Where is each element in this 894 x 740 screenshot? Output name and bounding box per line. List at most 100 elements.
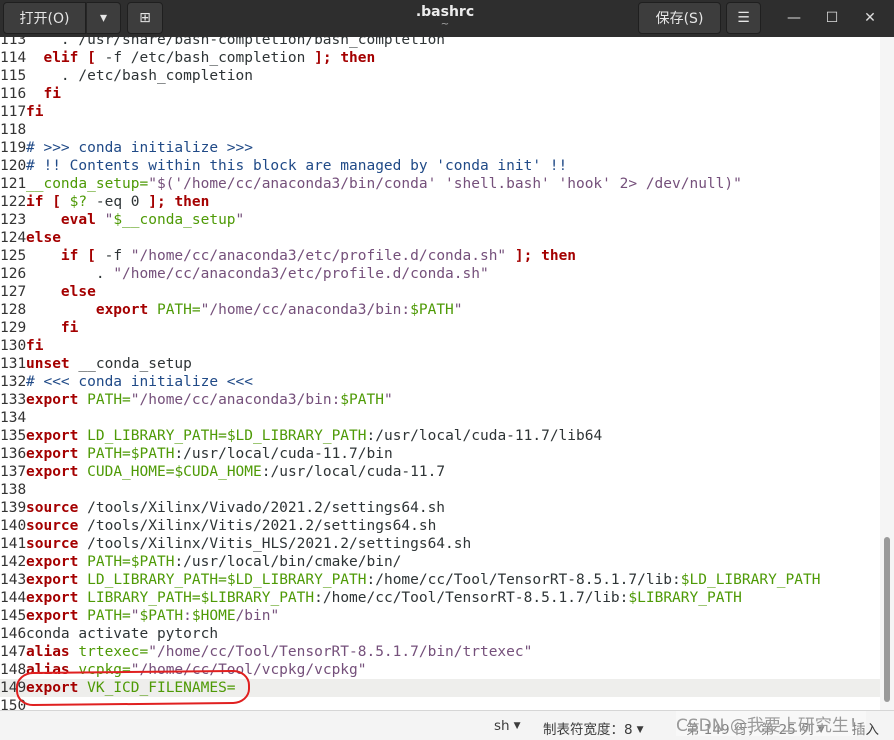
code-line[interactable]: 133export PATH="/home/cc/anaconda3/bin:$… — [0, 391, 880, 409]
code-line[interactable]: 117fi — [0, 103, 880, 121]
line-number: 138 — [0, 482, 27, 498]
code-line[interactable]: 131unset __conda_setup — [0, 355, 880, 373]
line-number: 114 — [0, 50, 27, 66]
code-line[interactable]: 132# <<< conda initialize <<< — [0, 373, 880, 391]
line-text: source /tools/Xilinx/Vitis/2021.2/settin… — [26, 518, 437, 534]
hamburger-menu-icon[interactable]: ☰ — [726, 2, 761, 34]
code-line[interactable]: 127 else — [0, 283, 880, 301]
code-lines[interactable]: 113 . /usr/share/bash-completion/bash_co… — [0, 37, 880, 710]
line-number: 139 — [0, 500, 27, 516]
code-line[interactable]: 130fi — [0, 337, 880, 355]
line-text: export PATH=$PATH:/usr/local/bin/cmake/b… — [26, 554, 402, 570]
line-text: fi — [26, 338, 44, 354]
window-title: .bashrc ~ — [320, 2, 570, 34]
line-text: export LD_LIBRARY_PATH=$LD_LIBRARY_PATH:… — [26, 572, 821, 588]
line-text: fi — [60, 320, 79, 336]
close-icon[interactable]: ✕ — [856, 4, 884, 32]
line-number: 136 — [0, 446, 27, 462]
line-number: 119 — [0, 140, 27, 156]
save-button[interactable]: 保存(S) — [638, 2, 721, 34]
code-line[interactable]: 116 fi — [0, 85, 880, 103]
line-number: 142 — [0, 554, 27, 570]
code-line[interactable]: 140source /tools/Xilinx/Vitis/2021.2/set… — [0, 517, 880, 535]
code-line[interactable]: 143export LD_LIBRARY_PATH=$LD_LIBRARY_PA… — [0, 571, 880, 589]
line-number: 146 — [0, 626, 27, 642]
minimize-icon[interactable]: — — [780, 4, 808, 32]
code-line[interactable]: 129 fi — [0, 319, 880, 337]
line-text: . /etc/bash_completion — [26, 68, 253, 84]
code-line[interactable]: 141source /tools/Xilinx/Vitis_HLS/2021.2… — [0, 535, 880, 553]
code-line[interactable]: 142export PATH=$PATH:/usr/local/bin/cmak… — [0, 553, 880, 571]
code-line[interactable]: 120# !! Contents within this block are m… — [0, 157, 880, 175]
line-number: 124 — [0, 230, 27, 246]
line-text: alias trtexec="/home/cc/Tool/TensorRT-8.… — [26, 644, 533, 660]
code-line[interactable]: 126 . "/home/cc/anaconda3/etc/profile.d/… — [0, 265, 880, 283]
code-line[interactable]: 144export LIBRARY_PATH=$LIBRARY_PATH:/ho… — [0, 589, 880, 607]
line-number: 134 — [0, 410, 27, 426]
tab-width-selector[interactable]: 制表符宽度：8 ▼ — [543, 718, 644, 738]
language-selector[interactable]: sh ▼ — [494, 718, 521, 734]
code-line[interactable]: 121__conda_setup="$('/home/cc/anaconda3/… — [0, 175, 880, 193]
line-number: 130 — [0, 338, 27, 354]
line-number: 122 — [0, 194, 27, 210]
line-number: 126 — [0, 266, 27, 282]
line-number: 127 — [0, 284, 27, 300]
code-line[interactable]: 118 — [0, 121, 880, 139]
code-line[interactable]: 137export CUDA_HOME=$CUDA_HOME:/usr/loca… — [0, 463, 880, 481]
code-line[interactable]: 128 export PATH="/home/cc/anaconda3/bin:… — [0, 301, 880, 319]
line-number: 143 — [0, 572, 27, 588]
line-number: 140 — [0, 518, 27, 534]
line-text: unset __conda_setup — [26, 356, 192, 372]
line-text: # >>> conda initialize >>> — [26, 140, 253, 156]
code-line[interactable]: 125 if [ -f "/home/cc/anaconda3/etc/prof… — [0, 247, 880, 265]
code-line[interactable]: 134 — [0, 409, 880, 427]
code-line[interactable]: 147alias trtexec="/home/cc/Tool/TensorRT… — [0, 643, 880, 661]
new-tab-icon[interactable]: ⊞ — [127, 2, 163, 34]
line-text: export PATH="/home/cc/anaconda3/bin:$PAT… — [95, 302, 463, 318]
line-text: conda activate pytorch — [26, 626, 219, 642]
line-number: 133 — [0, 392, 27, 408]
language-label: sh — [494, 718, 510, 734]
code-line[interactable]: 113 . /usr/share/bash-completion/bash_co… — [0, 37, 880, 49]
csdn-watermark: CSDN @我要上研究生！ — [676, 711, 866, 736]
code-line[interactable]: 119# >>> conda initialize >>> — [0, 139, 880, 157]
maximize-icon[interactable]: ☐ — [818, 4, 846, 32]
code-line[interactable]: 114 elif [ -f /etc/bash_completion ]; th… — [0, 49, 880, 67]
code-line[interactable]: 122if [ $? -eq 0 ]; then — [0, 193, 880, 211]
line-text: if [ -f "/home/cc/anaconda3/etc/profile.… — [60, 248, 577, 264]
open-menu-chevron-down-icon[interactable]: ▾ — [86, 2, 121, 34]
chevron-down-icon: ▼ — [636, 725, 644, 735]
line-number: 120 — [0, 158, 27, 174]
code-line[interactable]: 135export LD_LIBRARY_PATH=$LD_LIBRARY_PA… — [0, 427, 880, 445]
line-number: 137 — [0, 464, 27, 480]
line-text: # !! Contents within this block are mana… — [26, 158, 568, 174]
line-text: # <<< conda initialize <<< — [26, 374, 253, 390]
code-line[interactable]: 136export PATH=$PATH:/usr/local/cuda-11.… — [0, 445, 880, 463]
open-button[interactable]: 打开(O) — [3, 2, 86, 34]
line-text: else — [26, 230, 61, 246]
tab-width-label: 制表符宽度：8 — [543, 722, 633, 738]
code-line[interactable]: 123 eval "$__conda_setup" — [0, 211, 880, 229]
line-number: 121 — [0, 176, 27, 192]
vertical-scrollbar[interactable] — [880, 37, 894, 710]
code-line[interactable]: 115 . /etc/bash_completion — [0, 67, 880, 85]
code-line[interactable]: 124else — [0, 229, 880, 247]
header-bar: 打开(O) ▾ ⊞ .bashrc ~ 保存(S) ☰ — ☐ ✕ — [0, 0, 894, 37]
code-line[interactable]: 145export PATH="$PATH:$HOME/bin" — [0, 607, 880, 625]
red-annotation-circle — [15, 669, 251, 707]
line-number: 123 — [0, 212, 27, 228]
code-line[interactable]: 146conda activate pytorch — [0, 625, 880, 643]
line-text: eval "$__conda_setup" — [60, 212, 245, 228]
text-editor[interactable]: 113 . /usr/share/bash-completion/bash_co… — [0, 37, 880, 710]
line-number: 118 — [0, 122, 27, 138]
line-text: fi — [43, 86, 61, 102]
code-line[interactable]: 138 — [0, 481, 880, 499]
line-number: 131 — [0, 356, 27, 372]
scrollbar-thumb[interactable] — [884, 537, 890, 702]
code-line[interactable]: 139source /tools/Xilinx/Vivado/2021.2/se… — [0, 499, 880, 517]
line-text: elif [ -f /etc/bash_completion ]; then — [43, 50, 376, 66]
line-number: 117 — [0, 104, 27, 120]
line-text: __conda_setup="$('/home/cc/anaconda3/bin… — [26, 176, 742, 192]
line-text: export PATH=$PATH:/usr/local/cuda-11.7/b… — [26, 446, 393, 462]
line-number: 113 — [0, 37, 27, 48]
